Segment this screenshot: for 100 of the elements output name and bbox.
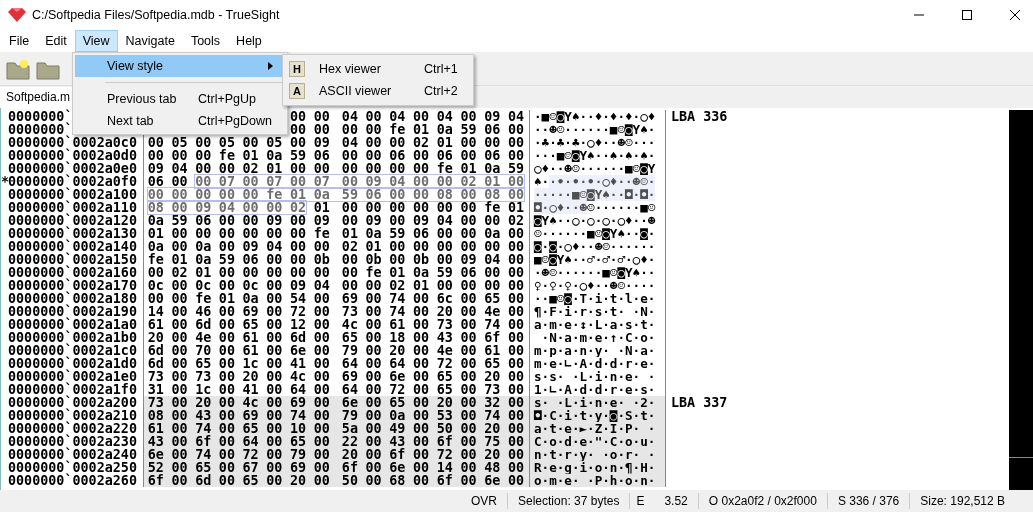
close-icon[interactable] bbox=[1009, 9, 1021, 21]
hex-bytes: 31 00 1c 00 41 00 64 00 64 00 72 00 65 00 73 00 bbox=[147, 383, 524, 396]
status-offset: O 0x2a0f2 / 0x2f000 bbox=[697, 493, 827, 509]
address-cell: 0000000`0002a230 bbox=[8, 434, 137, 449]
menu-item[interactable]: Tools bbox=[182, 30, 229, 52]
address-cell: 0000000`0002a140 bbox=[8, 239, 137, 254]
address-cell: 0000000`0002a240 bbox=[8, 447, 137, 462]
ascii-text: o·m·e· ·P·h·o·n· bbox=[534, 474, 656, 487]
ascii-text: n·t·r·y· ·o·r· · bbox=[534, 448, 656, 461]
hex-bytes: 01 00 00 00 00 00 00 fe 01 bbox=[313, 201, 524, 214]
hex-bytes: 00 00 04 00 04 00 04 00 09 04 bbox=[290, 110, 524, 123]
address-cell: 0000000`0002a170 bbox=[8, 278, 137, 293]
menu-entry[interactable]: View style bbox=[75, 55, 285, 77]
hex-bytes: 6d 00 65 00 1c 00 41 00 64 00 64 00 72 00 65 00 bbox=[147, 357, 524, 370]
address-cell: 0000000`0002a1c0 bbox=[8, 343, 137, 358]
address-cell: 0000000`0002a220 bbox=[8, 421, 137, 436]
hex-bytes: 20 00 4e 00 61 00 6d 00 65 00 18 00 43 00 6f 00 bbox=[147, 331, 524, 344]
hex-bytes: 61 00 74 00 65 00 10 00 5a 00 49 00 50 00 20 00 bbox=[147, 422, 524, 435]
address-cell: 0000000`0002a150 bbox=[8, 252, 137, 267]
hex-bytes: 73 00 20 00 4c 00 69 00 6e 00 65 00 20 00 32 00 bbox=[147, 396, 524, 409]
menu-entry-label: View style bbox=[107, 59, 165, 73]
shortcut-label: Ctrl+2 bbox=[424, 84, 458, 98]
hex-bytes: 01 00 00 00 00 00 00 fe 01 0a 59 06 00 00 0a 00 bbox=[147, 227, 524, 240]
menu-item[interactable]: Help bbox=[228, 30, 270, 52]
hex-bytes: 00 00 00 00 fe 01 0a 59 06 00 bbox=[290, 123, 524, 136]
ascii-text: a·t·e·►·Z·I·P· · bbox=[534, 422, 656, 435]
address-cell: 0000000`0002a1b0 bbox=[8, 330, 137, 345]
hex-bytes: 00 00 fe 01 0a 00 54 00 69 00 74 00 6c 00 65 00 bbox=[147, 292, 524, 305]
submenu-entry-label: Hex viewer bbox=[319, 62, 382, 76]
address-cell: 0000000`0002a180 bbox=[8, 291, 137, 306]
address-cell: 0000000`0002a1e0 bbox=[8, 369, 137, 384]
status-selection: Selection: 37 bytes bbox=[507, 493, 630, 509]
letter-icon: H bbox=[289, 61, 305, 77]
submenu-entry[interactable]: A ASCII viewer Ctrl+2 bbox=[285, 80, 471, 102]
submenu-entry-label: ASCII viewer bbox=[319, 84, 393, 98]
hex-bytes: 00 00 00 00 00 fe 01 0a 59 06 00 00 08 00 08 00 bbox=[147, 188, 524, 201]
window-title: C:/Softpedia Files/Softpedia.mdb - TrueSight bbox=[32, 8, 280, 22]
address-cell: 0000000`0002a190 bbox=[8, 304, 137, 319]
ascii-text: ·•·•·•·○♦··☻☺· bbox=[549, 175, 656, 188]
address-cell: 0000000`0002a1d0 bbox=[8, 356, 137, 371]
address-cell: 0000000` bbox=[8, 122, 73, 137]
hex-bytes: 61 00 6d 00 65 00 12 00 4c 00 61 00 73 00 74 00 bbox=[147, 318, 524, 331]
menu-item[interactable]: Navigate bbox=[117, 30, 183, 52]
ascii-text: ☺······■☺ bbox=[587, 201, 656, 214]
hex-bytes: 00 02 01 00 00 00 00 00 00 fe 01 0a 59 06 00 00 bbox=[147, 266, 524, 279]
menu-entry-label: Next tab bbox=[107, 114, 155, 128]
address-cell: 0000000`0002a100 bbox=[8, 187, 137, 202]
hex-bytes: 52 00 65 00 67 00 69 00 6f 00 6e 00 14 00 48 00 bbox=[147, 461, 524, 474]
hex-bytes: 0a 00 0a 00 09 04 00 00 02 01 00 00 00 00 00 00 bbox=[147, 240, 524, 253]
ascii-text: ·N·a·m·e·↑·C·o· bbox=[540, 331, 656, 344]
hex-bytes: 08 00 09 04 00 00 02 bbox=[147, 201, 307, 214]
menu-item[interactable]: File bbox=[1, 30, 38, 52]
ascii-text: m·e·∟·A·d·d·r·e· bbox=[534, 357, 656, 370]
maximize-icon[interactable] bbox=[961, 9, 973, 21]
address-cell: 0000000`0002a0d0 bbox=[8, 148, 137, 163]
ruby-icon bbox=[8, 8, 26, 22]
menu-item[interactable]: Edit bbox=[37, 30, 75, 52]
shortcut-label: Ctrl+PgDown bbox=[198, 114, 272, 128]
menu-item[interactable]: View bbox=[74, 30, 118, 52]
ascii-text: R·e·g·i·o·n·¶·H· bbox=[534, 461, 656, 474]
lba-label: LBA 336 bbox=[671, 109, 728, 124]
menu-entry[interactable]: Next tab Ctrl+PgDown bbox=[75, 110, 285, 132]
address-cell: 0000000`0002a110 bbox=[8, 200, 137, 215]
hex-bytes: fe 01 0a 59 06 00 00 0b 00 0b 00 0b 00 09 04 00 bbox=[147, 253, 524, 266]
ascii-text: ·♣·♣·♣·○♦··☻☺··· bbox=[534, 136, 656, 149]
submenu-arrow-icon bbox=[268, 62, 273, 70]
menu-entry[interactable]: Previous tab Ctrl+PgUp bbox=[75, 88, 285, 110]
status-entropy: 3.52 bbox=[664, 493, 688, 509]
lba-label: LBA 337 bbox=[671, 395, 728, 410]
hex-bytes: 6d 00 70 00 61 00 6e 00 79 00 20 00 4e 00 61 00 bbox=[147, 344, 524, 357]
address-cell: 0000000`0002a250 bbox=[8, 460, 137, 475]
hex-bytes: 6e 00 74 00 72 00 79 00 20 00 6f 00 72 00 20 00 bbox=[147, 448, 524, 461]
status-mode: OVR bbox=[470, 493, 498, 509]
submenu-entry[interactable]: H Hex viewer Ctrl+1 bbox=[285, 58, 471, 80]
address-cell: 0000000`0002a260 bbox=[8, 473, 137, 488]
address-cell: 0000000`0002a160 bbox=[8, 265, 137, 280]
address-cell: 0000000`0002a1f0 bbox=[8, 382, 137, 397]
address-cell: 0000000`0002a210 bbox=[8, 408, 137, 423]
ascii-text: ¶·F·i·r·s·t· ·N· bbox=[534, 305, 656, 318]
address-cell: 0000000`0002a130 bbox=[8, 226, 137, 241]
ascii-text: ◘·○♦··☻ bbox=[534, 201, 588, 214]
ascii-text: 1·∟·A·d·d·r·e·s· bbox=[534, 383, 656, 396]
new-folder-icon[interactable] bbox=[6, 57, 30, 80]
hex-bytes: 00 05 00 05 00 05 00 09 04 00 00 02 01 00 00 00 bbox=[147, 136, 524, 149]
hex-bytes: 00 07 00 07 00 07 00 09 04 00 00 02 01 00 bbox=[195, 175, 524, 188]
ascii-text: ♀·♀·♀·○♦··☻☺···· bbox=[534, 279, 656, 292]
hex-bytes: 14 00 46 00 69 00 72 00 73 00 74 00 20 00 4e 00 bbox=[147, 305, 524, 318]
ascii-text: m·p·a·n·y· ·N·a· bbox=[534, 344, 656, 357]
address-cell: 0000000` bbox=[8, 109, 73, 124]
hex-bytes: 43 00 6f 00 64 00 65 00 22 00 43 00 6f 00 75 00 bbox=[147, 435, 524, 448]
ascii-text: C·o·d·e·"·C·o·u· bbox=[534, 435, 656, 448]
status-size: Size: 192,512 B bbox=[909, 493, 1015, 509]
hex-bytes: 06 00 bbox=[147, 175, 188, 188]
status-entropy-label: E bbox=[636, 493, 645, 509]
hex-bytes: 09 04 00 00 02 01 00 00 00 00 00 00 fe 01 0a 59 bbox=[147, 162, 524, 175]
address-cell: 0000000`0002a1a0 bbox=[8, 317, 137, 332]
letter-icon: A bbox=[289, 83, 305, 99]
address-cell: 0000000`0002a120 bbox=[8, 213, 137, 228]
ascii-text: a·m·e·↕·L·a·s·t· bbox=[534, 318, 656, 331]
hex-bytes: 00 00 00 fe 01 0a 59 06 00 00 06 00 06 00 06 00 bbox=[147, 149, 524, 162]
